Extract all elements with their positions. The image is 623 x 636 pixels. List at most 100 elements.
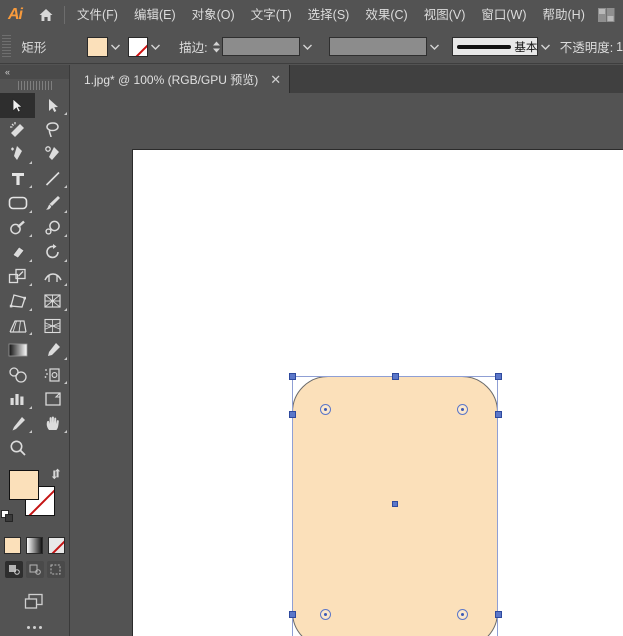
dot: [33, 625, 36, 629]
gradient-mode-button[interactable]: [26, 536, 43, 554]
handle-bottom-right[interactable]: [494, 610, 502, 618]
menubar-divider: [64, 6, 65, 24]
stroke-style-chevron-down-icon[interactable]: [427, 37, 441, 57]
mesh-tool[interactable]: [35, 314, 70, 339]
direct-selection-tool[interactable]: [35, 93, 70, 118]
tools-panel-grip[interactable]: [17, 81, 52, 90]
draw-behind-button[interactable]: [25, 560, 44, 578]
magic-wand-tool[interactable]: [0, 118, 35, 143]
menu-edit[interactable]: 编辑(E): [126, 0, 184, 30]
tool-flyout-indicator: [29, 185, 32, 188]
handle-middle-left[interactable]: [288, 410, 296, 418]
selection-tool[interactable]: [0, 93, 35, 118]
tool-flyout-indicator: [29, 283, 32, 286]
corner-radius-widget-top-right[interactable]: [457, 404, 468, 415]
stroke-profile-chevron-down-icon[interactable]: [538, 37, 552, 57]
menu-window[interactable]: 窗口(W): [473, 0, 534, 30]
symbol-sprayer-tool[interactable]: [35, 363, 70, 388]
handle-top-center[interactable]: [391, 372, 399, 380]
tool-flyout-indicator: [29, 307, 32, 311]
tool-flyout-indicator: [64, 185, 67, 188]
hand-tool[interactable]: [35, 412, 70, 437]
pen-tool[interactable]: [0, 142, 35, 167]
selected-object-type: 矩形: [21, 41, 47, 55]
handle-top-left[interactable]: [288, 372, 296, 380]
curvature-tool[interactable]: [35, 142, 70, 167]
menu-object[interactable]: 对象(O): [184, 0, 243, 30]
slice-tool[interactable]: [0, 412, 35, 437]
tool-flyout-indicator: [64, 111, 67, 115]
rectangle-tool[interactable]: [0, 191, 35, 216]
canvas-area[interactable]: [70, 93, 623, 636]
perspective-grid-tool[interactable]: [0, 314, 35, 339]
none-mode-button[interactable]: [48, 536, 65, 554]
change-screen-mode-button[interactable]: [0, 592, 69, 612]
default-fill-stroke-icon[interactable]: [1, 509, 14, 523]
stroke-weight-input[interactable]: [221, 37, 301, 56]
handle-top-right[interactable]: [494, 372, 502, 380]
rotate-tool[interactable]: [35, 240, 70, 265]
line-segment-tool[interactable]: [35, 167, 70, 192]
menubar-right-group: [595, 6, 623, 24]
arrange-documents-icon[interactable]: [595, 6, 617, 24]
tool-flyout-indicator: [64, 234, 67, 237]
opacity-label: 不透明度:: [559, 41, 614, 55]
tool-flyout-indicator: [64, 307, 67, 311]
stroke-color-swatch[interactable]: [127, 36, 149, 57]
column-graph-tool[interactable]: [0, 387, 35, 412]
opacity-value[interactable]: 1: [616, 40, 623, 54]
paintbrush-tool[interactable]: [35, 191, 70, 216]
width-tool[interactable]: [35, 265, 70, 290]
draw-normal-button[interactable]: [4, 560, 23, 578]
fill-dropdown-chevron-down-icon[interactable]: [108, 37, 122, 57]
menu-type[interactable]: 文字(T): [243, 0, 300, 30]
document-tab-bar: 1.jpg* @ 100% (RGB/GPU 预览) ✕: [0, 65, 623, 93]
blob-brush-tool[interactable]: [35, 216, 70, 241]
zoom-tool[interactable]: [0, 436, 35, 461]
stroke-profile-selector[interactable]: 基本: [452, 37, 539, 56]
shaper-tool[interactable]: [0, 216, 35, 241]
handle-bottom-left[interactable]: [288, 610, 296, 618]
stroke-weight-stepper[interactable]: [211, 37, 221, 57]
stroke-dropdown-chevron-down-icon[interactable]: [148, 37, 162, 57]
shape-builder-tool[interactable]: [35, 289, 70, 314]
tool-flyout-indicator: [29, 405, 32, 409]
selected-shape-group[interactable]: [288, 372, 502, 636]
corner-radius-widget-bottom-left[interactable]: [320, 609, 331, 620]
toolbar-fill-swatch[interactable]: [9, 469, 39, 500]
tool-flyout-indicator: [64, 356, 67, 360]
stroke-style-input[interactable]: [329, 37, 428, 56]
eraser-tool[interactable]: [0, 240, 35, 265]
stroke-weight-chevron-down-icon[interactable]: [300, 37, 314, 57]
type-tool[interactable]: [0, 167, 35, 192]
corner-radius-widget-bottom-right[interactable]: [457, 609, 468, 620]
document-tab[interactable]: 1.jpg* @ 100% (RGB/GPU 预览) ✕: [70, 65, 291, 93]
blend-tool[interactable]: [0, 363, 35, 388]
home-icon[interactable]: [30, 0, 62, 30]
free-transform-tool[interactable]: [0, 289, 35, 314]
swap-fill-stroke-icon[interactable]: [50, 468, 64, 482]
handle-middle-right[interactable]: [494, 410, 502, 418]
artboard-tool[interactable]: [35, 387, 70, 412]
menu-select[interactable]: 选择(S): [300, 0, 358, 30]
gradient-tool[interactable]: [0, 338, 35, 363]
color-mode-button[interactable]: [4, 536, 21, 554]
artboard[interactable]: [133, 150, 623, 636]
control-bar-grip[interactable]: [2, 34, 12, 59]
stroke-profile-preview: [457, 44, 512, 49]
menu-file[interactable]: 文件(F): [69, 0, 126, 30]
drawing-mode-buttons: [0, 560, 69, 578]
edit-toolbar-button[interactable]: [0, 625, 69, 629]
lasso-tool[interactable]: [35, 118, 70, 143]
menu-view[interactable]: 视图(V): [416, 0, 474, 30]
draw-inside-button[interactable]: [46, 560, 65, 578]
menu-bar: Ai 文件(F) 编辑(E) 对象(O) 文字(T) 选择(S) 效果(C) 视…: [0, 0, 623, 30]
menu-help[interactable]: 帮助(H): [535, 0, 593, 30]
eyedropper-tool[interactable]: [35, 338, 70, 363]
scale-tool[interactable]: [0, 265, 35, 290]
fill-color-swatch[interactable]: [87, 36, 109, 57]
corner-radius-widget-top-left[interactable]: [320, 404, 331, 415]
close-icon[interactable]: ✕: [270, 73, 281, 86]
collapse-panel-icon[interactable]: «: [5, 67, 10, 77]
menu-effect[interactable]: 效果(C): [357, 0, 415, 30]
